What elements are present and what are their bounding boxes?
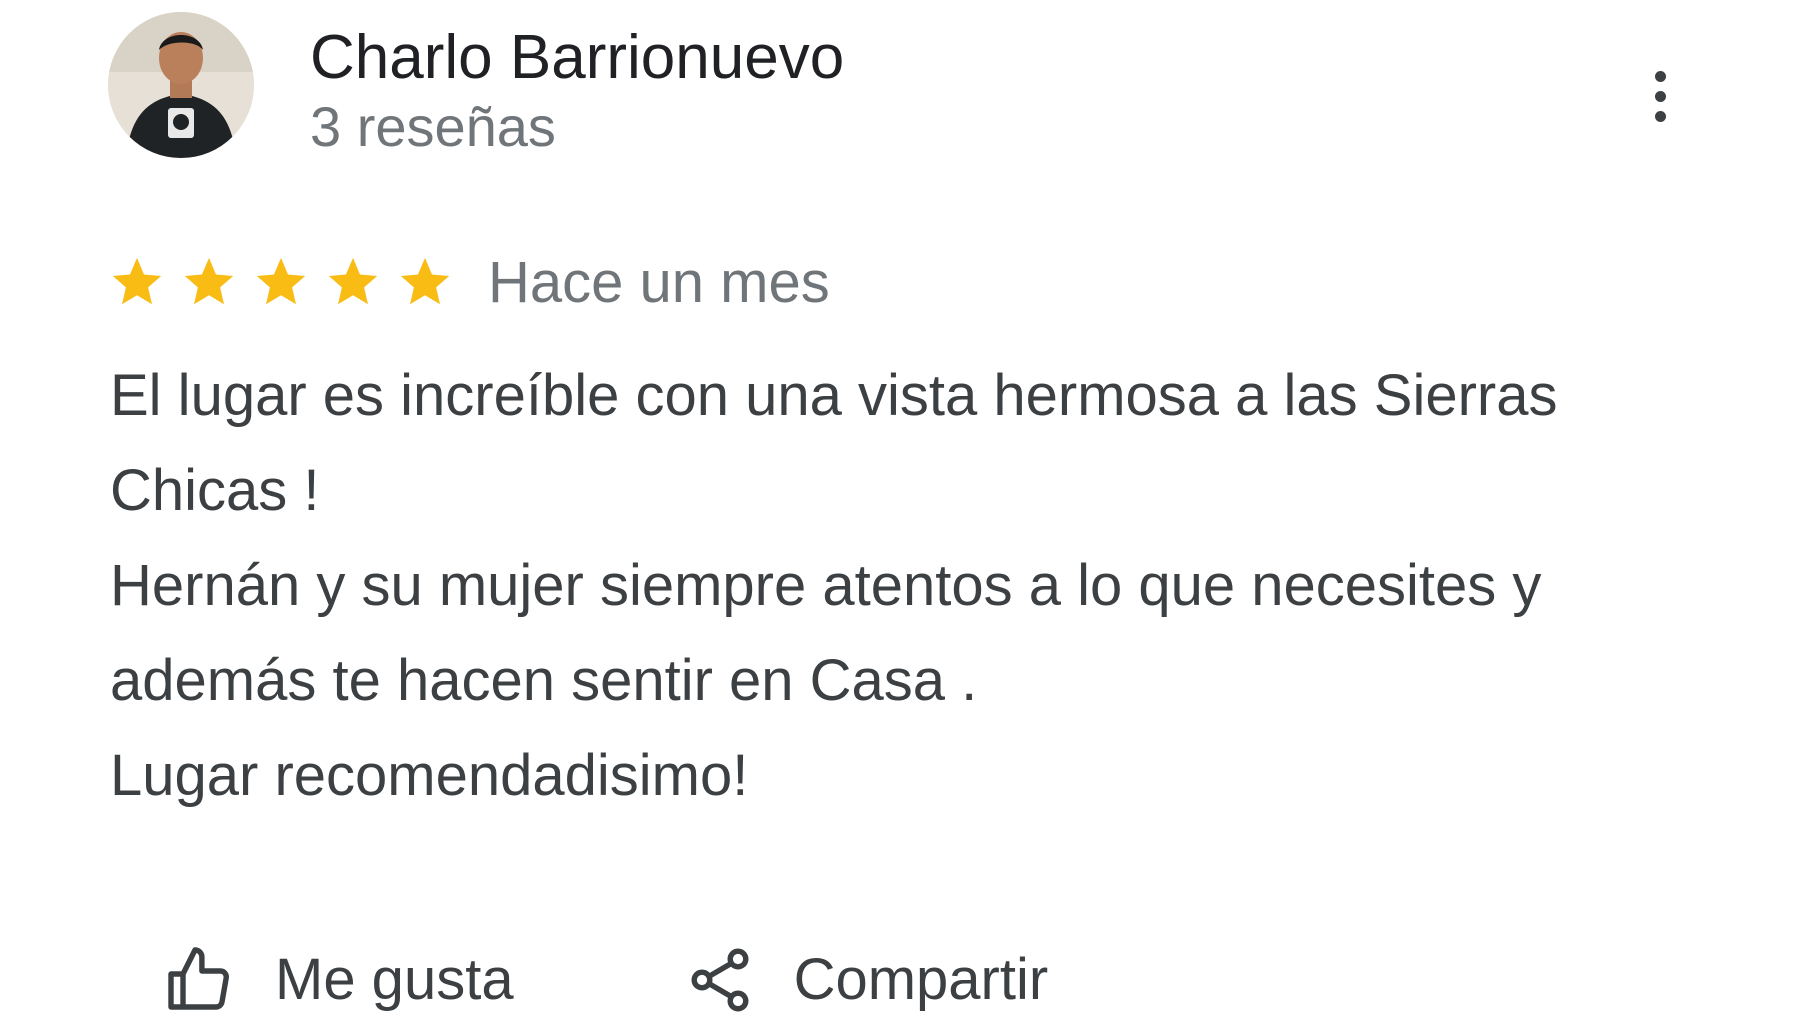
star-icon <box>400 257 450 305</box>
share-label: Compartir <box>793 947 1049 1012</box>
rating-row: Hace un mes <box>108 242 830 322</box>
share-icon <box>691 948 749 1012</box>
star-icon <box>112 257 162 305</box>
review-actions: Me gusta Compartir <box>165 940 1048 1030</box>
reviewer-name[interactable]: Charlo Barrionuevo <box>310 20 844 96</box>
review-card: Charlo Barrionuevo 3 reseñas Hace un mes… <box>0 0 1800 1012</box>
review-text: El lugar es increíble con una vista herm… <box>110 348 1720 823</box>
reviewer-avatar[interactable] <box>108 12 254 158</box>
more-vertical-icon <box>1654 70 1666 122</box>
more-options-button[interactable] <box>1630 56 1690 136</box>
star-icon <box>256 257 306 305</box>
review-text-line: Hernán y su mujer siempre atentos a lo q… <box>110 553 1542 618</box>
review-text-line: El lugar es increíble con una vista herm… <box>110 363 1558 428</box>
review-text-line: Chicas ! <box>110 458 320 523</box>
review-date: Hace un mes <box>488 249 830 315</box>
thumbs-up-icon <box>168 947 229 1010</box>
star-icon <box>328 257 378 305</box>
review-text-line: Lugar recomendadisimo! <box>110 743 749 808</box>
star-icon <box>184 257 234 305</box>
avatar-photo <box>108 12 254 158</box>
reviewer-review-count: 3 reseñas <box>310 95 556 158</box>
like-button[interactable]: Me gusta <box>165 940 514 1020</box>
like-label: Me gusta <box>275 947 514 1012</box>
review-text-line: además te hacen sentir en Casa . <box>110 648 978 713</box>
star-rating <box>108 253 454 311</box>
share-button[interactable]: Compartir <box>684 940 1049 1020</box>
